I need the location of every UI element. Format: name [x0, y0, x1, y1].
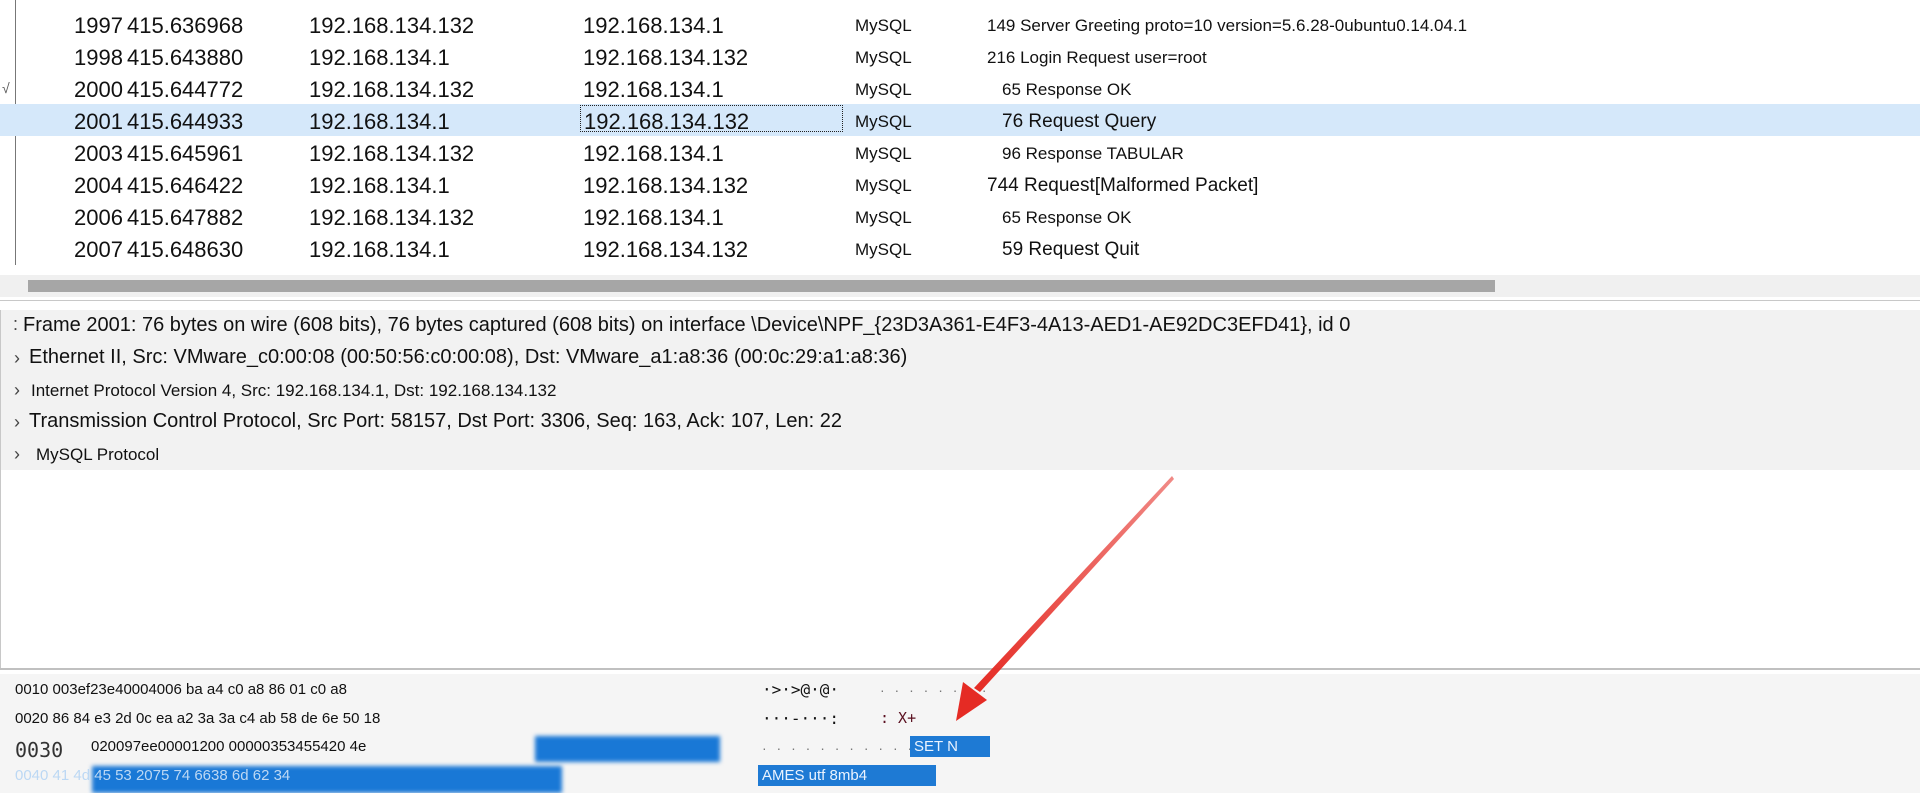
ascii-0030-selection: SET N [910, 736, 990, 757]
packet-proto: MySQL [855, 144, 912, 163]
packet-info: 59 Request Quit [1002, 239, 1140, 260]
packet-dst: 192.168.134.132 [583, 173, 749, 198]
packet-src: 192.168.134.132 [309, 77, 475, 102]
packet-time: 415.643880 [127, 45, 244, 70]
ascii-0010: ·>·>@·@· [762, 680, 840, 699]
packet-proto: MySQL [855, 16, 912, 35]
packet-row[interactable]: 2006 415.647882 192.168.134.132 192.168.… [0, 200, 1920, 232]
chevron-right-icon[interactable]: › [14, 348, 20, 369]
packet-time: 415.648630 [127, 237, 244, 262]
packet-src: 192.168.134.1 [309, 237, 450, 262]
packet-dst: 192.168.134.1 [583, 77, 724, 102]
bytes-line-0020: 0020 86 84 e3 2d 0c ea a2 3a 3a c4 ab 58… [15, 710, 381, 727]
packet-src: 192.168.134.132 [309, 141, 475, 166]
pane-splitter[interactable] [0, 668, 1920, 670]
packet-dst: 192.168.134.132 [583, 237, 749, 262]
packet-row[interactable]: 1998 415.643880 192.168.134.1 192.168.13… [0, 40, 1920, 72]
bytes-offset-0030: 0030 [15, 738, 64, 762]
packet-time: 415.647882 [127, 205, 244, 230]
packet-no: 2006 [74, 205, 123, 230]
related-packet-check-icon: √ [2, 80, 10, 96]
chevron-right-icon[interactable]: › [14, 380, 20, 401]
ascii-0040-selection: AMES utf 8mb4 [758, 765, 936, 786]
bytes-line-0010: 0010 003ef23e40004006 ba a4 c0 a8 86 01 … [15, 681, 347, 698]
packet-time: 415.645961 [127, 141, 244, 166]
packet-src: 192.168.134.132 [309, 13, 475, 38]
byte-selection-highlight [535, 736, 720, 762]
packet-no: 2001 [74, 109, 123, 134]
packet-proto: MySQL [855, 48, 912, 67]
packet-info: 216 Login Request user=root [987, 48, 1207, 67]
packet-time: 415.636968 [127, 13, 244, 38]
packet-time: 415.644933 [127, 109, 244, 134]
detail-mysql-text: MySQL Protocol [36, 445, 160, 464]
packet-info: 65 Response OK [1002, 208, 1132, 227]
packet-no: 2004 [74, 173, 123, 198]
packet-list-pane[interactable]: 1997 415.636968 192.168.134.132 192.168.… [0, 0, 1920, 300]
detail-row-ip[interactable]: › Internet Protocol Version 4, Src: 192.… [1, 374, 1920, 406]
packet-info: 149 Server Greeting proto=10 version=5.6… [987, 16, 1468, 35]
packet-row-selected[interactable]: 2001 415.644933 192.168.134.1 192.168.13… [0, 104, 1920, 136]
detail-row-mysql[interactable]: › MySQL Protocol [1, 438, 1920, 470]
packet-info: 76 Request Query [1002, 111, 1157, 132]
ascii-0020-tail: : X+ [880, 709, 917, 727]
packet-bytes-pane[interactable]: 0010 003ef23e40004006 ba a4 c0 a8 86 01 … [0, 674, 1920, 793]
chevron-right-icon[interactable]: › [14, 412, 20, 433]
packet-dst-focused-cell[interactable]: 192.168.134.132 [580, 105, 843, 134]
packet-info: 96 Response TABULAR [1002, 144, 1184, 163]
packet-src: 192.168.134.132 [309, 205, 475, 230]
detail-tcp-text: Transmission Control Protocol, Src Port:… [29, 410, 843, 432]
packet-no: 2007 [74, 237, 123, 262]
packet-list-horizontal-scrollbar[interactable] [0, 275, 1920, 297]
packet-row[interactable]: 2004 415.646422 192.168.134.1 192.168.13… [0, 168, 1920, 200]
packet-no: 1998 [74, 45, 123, 70]
packet-details-pane[interactable]: : Frame 2001: 76 bytes on wire (608 bits… [0, 310, 1920, 670]
packet-row[interactable]: 2007 415.648630 192.168.134.1 192.168.13… [0, 232, 1920, 264]
packet-dst: 192.168.134.1 [583, 13, 724, 38]
packet-row[interactable]: 2003 415.645961 192.168.134.132 192.168.… [0, 136, 1920, 168]
bytes-hex-0030: 020097ee00001200 00000353455420 4e [91, 738, 367, 755]
packet-no: 1997 [74, 13, 123, 38]
packet-src: 192.168.134.1 [309, 45, 450, 70]
packet-proto: MySQL [855, 112, 912, 131]
packet-dst: 192.168.134.1 [583, 205, 724, 230]
chevron-right-icon[interactable]: › [14, 444, 20, 465]
packet-info: 744 Request[Malformed Packet] [987, 175, 1259, 196]
packet-src: 192.168.134.1 [309, 173, 450, 198]
tree-line-icon: : [13, 314, 19, 334]
detail-row-tcp[interactable]: › Transmission Control Protocol, Src Por… [1, 406, 1920, 438]
packet-proto: MySQL [855, 208, 912, 227]
detail-frame-text: Frame 2001: 76 bytes on wire (608 bits),… [23, 314, 1351, 336]
packet-row[interactable]: √ 2000 415.644772 192.168.134.132 192.16… [0, 72, 1920, 104]
detail-row-frame[interactable]: : Frame 2001: 76 bytes on wire (608 bits… [1, 310, 1920, 342]
pane-splitter[interactable] [0, 300, 1920, 301]
packet-row[interactable]: 1997 415.636968 192.168.134.132 192.168.… [0, 8, 1920, 40]
detail-ip-text: Internet Protocol Version 4, Src: 192.16… [31, 381, 557, 400]
detail-ethernet-text: Ethernet II, Src: VMware_c0:00:08 (00:50… [29, 346, 908, 368]
packet-no: 2000 [74, 77, 123, 102]
packet-dst: 192.168.134.132 [583, 45, 749, 70]
packet-proto: MySQL [855, 80, 912, 99]
ascii-dots: · · · · · · · · [880, 682, 990, 698]
packet-proto: MySQL [855, 176, 912, 195]
ascii-0020: ···-···: [762, 709, 840, 728]
detail-row-ethernet[interactable]: › Ethernet II, Src: VMware_c0:00:08 (00:… [1, 342, 1920, 374]
packet-info: 65 Response OK [1002, 80, 1132, 99]
scrollbar-thumb[interactable] [28, 280, 1495, 292]
packet-src: 192.168.134.1 [309, 109, 450, 134]
packet-time: 415.646422 [127, 173, 244, 198]
packet-proto: MySQL [855, 240, 912, 259]
packet-dst: 192.168.134.1 [583, 141, 724, 166]
ascii-dots: · · · · · · · · · · · [762, 740, 916, 756]
bytes-line-0040: 0040 41 4d 45 53 2075 74 6638 6d 62 34 [15, 767, 291, 784]
packet-time: 415.644772 [127, 77, 244, 102]
packet-no: 2003 [74, 141, 123, 166]
